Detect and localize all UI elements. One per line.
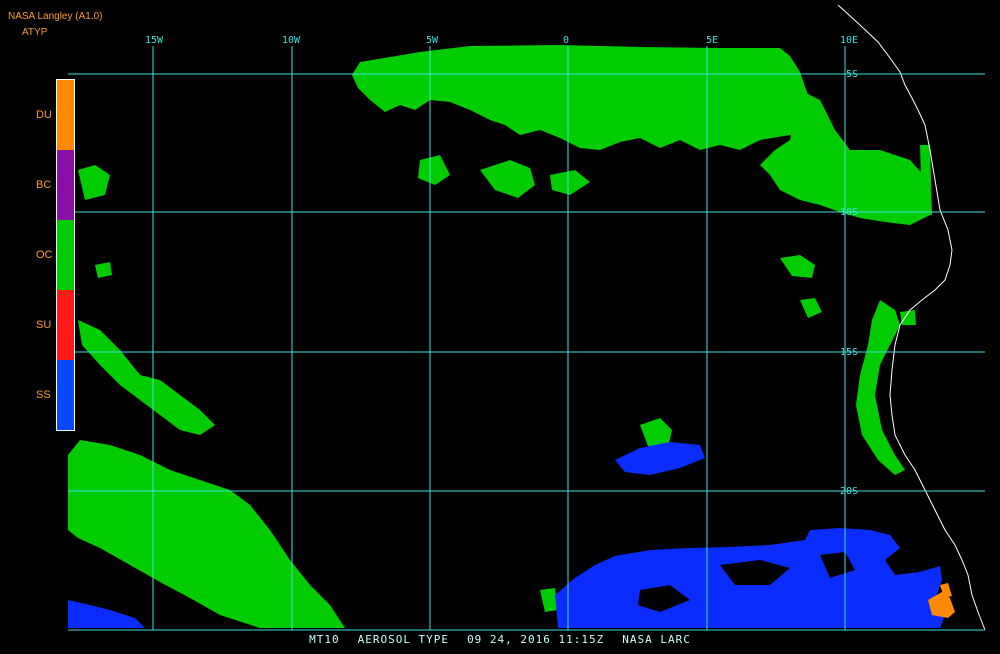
lon-label: 0 [563,35,569,46]
oc-patch [540,588,558,612]
oc-patch [418,155,450,185]
legend-label-oc: OC [36,249,53,261]
header-product: ATYP [22,27,48,38]
oc-patch [480,160,535,198]
footer-date-time: 09 24, 2016 11:15Z [467,633,604,650]
legend-swatch-oc [57,220,74,290]
lat-label: 10S [840,207,858,218]
lon-label: 10E [840,35,858,46]
map-canvas: 15W 10W 5W 0 5E 10E 5S 10S 15S 20S DU BC… [36,4,986,631]
footer-caption: MT10 AEROSOL TYPE 09 24, 2016 11:15Z NAS… [0,633,1000,650]
oc-patch [78,165,110,200]
lat-label: 15S [840,347,858,358]
lon-label: 5E [706,35,718,46]
lon-label: 10W [282,35,301,46]
legend-swatch-su [57,290,74,360]
lon-label: 15W [145,35,164,46]
legend-swatch-bc [57,150,74,220]
oc-patch [95,262,112,278]
oc-left-strip [78,320,215,435]
footer-product: AEROSOL TYPE [357,633,450,646]
oc-southwest-mass [68,440,345,628]
lon-label: 5W [426,35,439,46]
footer-satellite: MT10 [309,633,340,646]
legend-label-ss: SS [36,389,51,401]
oc-patch [800,298,822,318]
legend-swatch-du [57,80,74,150]
oc-coastal-strip [920,145,932,215]
oc-coastal-south [856,300,905,475]
legend-label-du: DU [36,109,52,121]
oc-north-swath [352,45,815,150]
oc-patch [550,170,590,195]
legend-label-bc: BC [36,179,51,191]
oc-patch [780,255,815,278]
footer-source: NASA LARC [622,633,691,646]
header-title: NASA Langley (A1.0) [8,11,103,22]
footer-time: 11:15Z [558,633,605,646]
lat-label: 5S [846,69,858,80]
ss-patch [615,442,705,475]
aerosol-map: 15W 10W 5W 0 5E 10E 5S 10S 15S 20S DU BC… [0,0,1000,650]
lat-label: 20S [840,486,858,497]
legend-swatch-ss [57,360,74,430]
ss-patch [68,600,145,628]
legend: DU BC OC SU SS [36,79,75,431]
legend-label-su: SU [36,319,51,331]
footer-date: 09 24, 2016 [467,633,551,646]
